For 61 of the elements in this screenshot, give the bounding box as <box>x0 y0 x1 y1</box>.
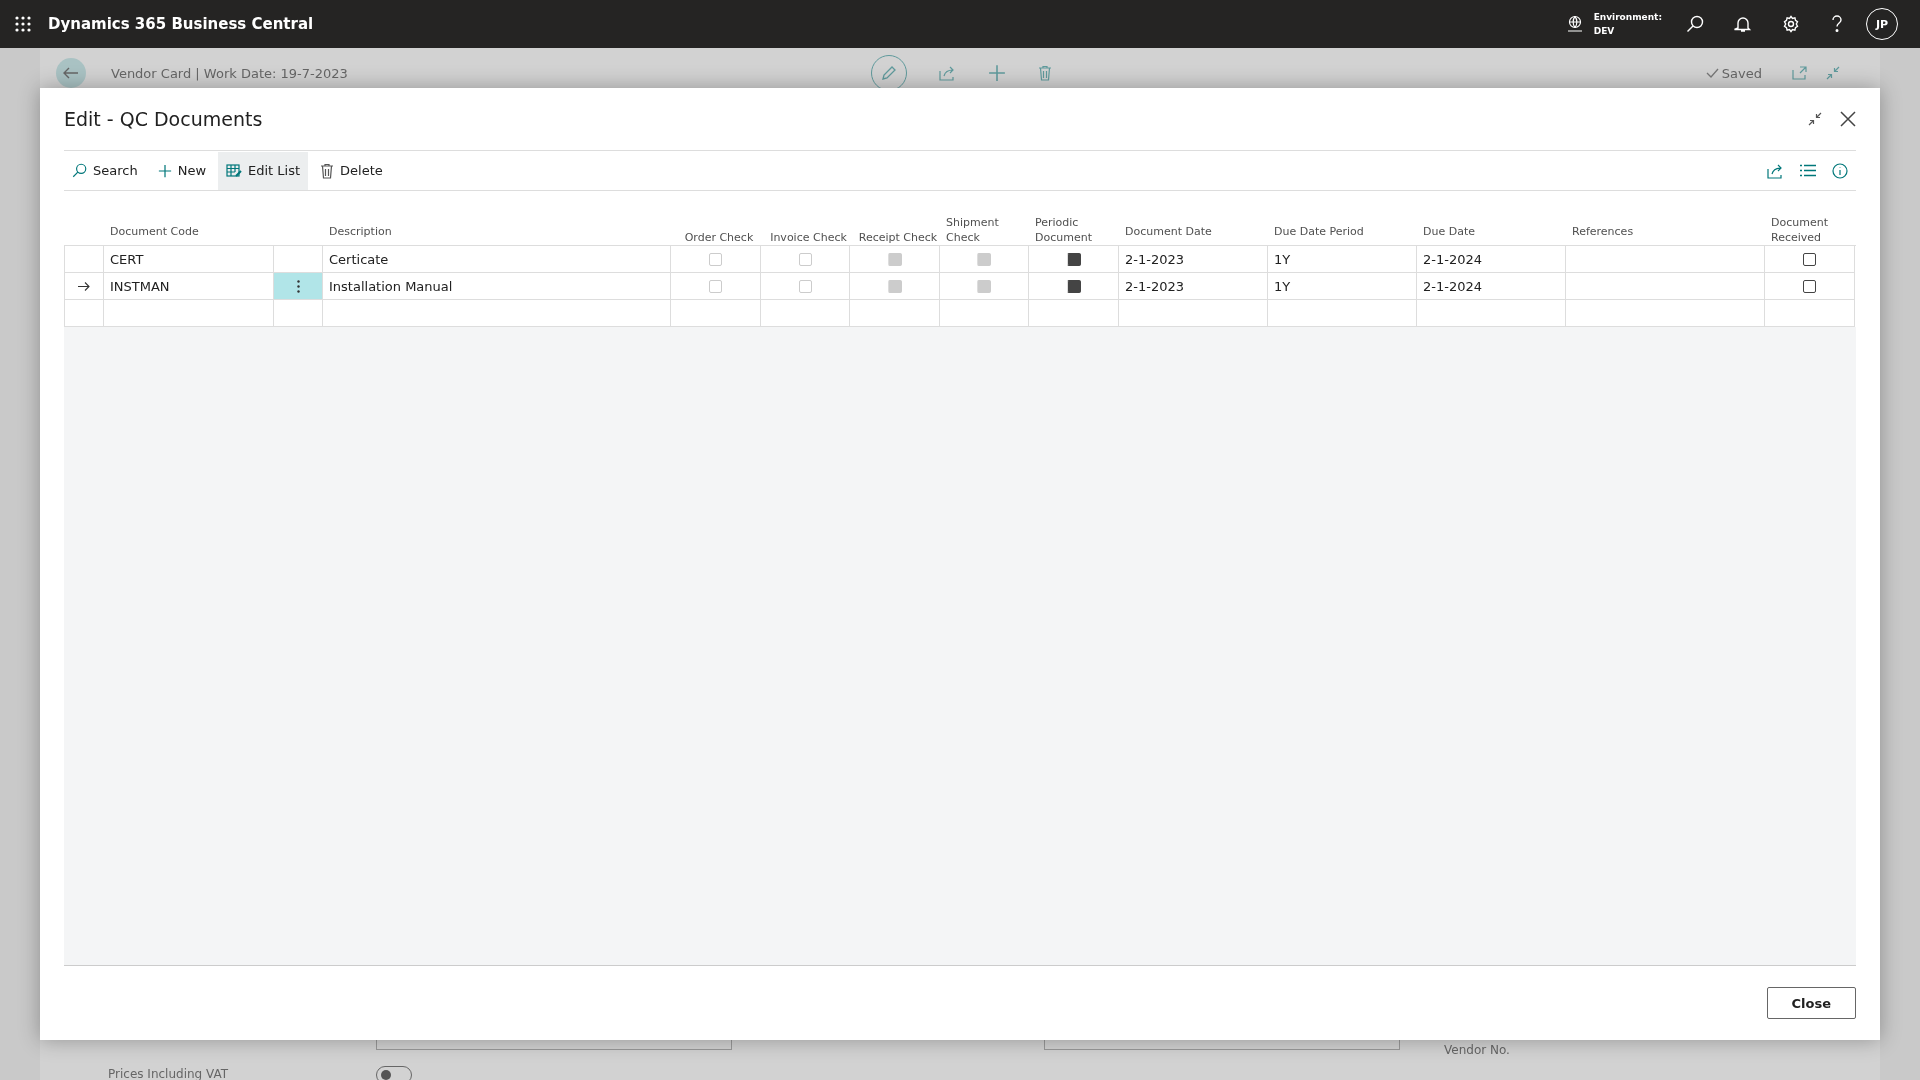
column-header[interactable]: Shipment Check <box>946 215 1029 245</box>
plus-icon <box>157 163 172 178</box>
new-icon <box>988 64 1006 82</box>
column-header[interactable]: Due Date <box>1423 224 1475 239</box>
toolbar-button[interactable]: New <box>149 151 215 190</box>
app-title: Dynamics 365 Business Central <box>48 15 315 33</box>
table-cell: INSTMAN <box>110 278 170 294</box>
settings-icon[interactable] <box>1782 15 1800 33</box>
column-header[interactable]: Due Date Period <box>1274 224 1364 239</box>
list-view-icon[interactable] <box>1800 164 1816 177</box>
column-header[interactable]: Document Received <box>1771 215 1855 245</box>
table-cell: 1Y <box>1274 278 1291 294</box>
table-cell: 2-1-2023 <box>1125 278 1184 294</box>
checkbox[interactable] <box>1803 252 1816 266</box>
column-header[interactable]: Order Check <box>684 230 754 245</box>
toolbar-button[interactable]: Search <box>64 151 146 190</box>
search-button[interactable] <box>1686 15 1704 33</box>
checkbox[interactable] <box>1803 279 1816 293</box>
check-icon <box>1705 68 1719 78</box>
table-cell: 2-1-2023 <box>1125 251 1184 267</box>
table-cell: 1Y <box>1274 251 1291 267</box>
table-cell: Installation Manual <box>329 278 453 294</box>
table-cell: CERT <box>110 251 144 267</box>
help-icon[interactable] <box>1830 15 1844 33</box>
environment-label: Environment: <box>1593 11 1662 24</box>
close-button[interactable]: Close <box>1766 987 1856 1019</box>
column-header[interactable]: Receipt Check <box>858 230 938 245</box>
column-header[interactable]: Description <box>329 224 392 239</box>
edit-list-icon <box>226 163 243 178</box>
back-arrow-icon <box>63 67 79 79</box>
checkbox[interactable] <box>1066 252 1081 266</box>
column-header[interactable]: Periodic Document <box>1035 215 1119 245</box>
search-icon <box>72 163 87 178</box>
field-label: Prices Including VAT <box>108 1066 230 1080</box>
app-launcher-icon[interactable] <box>15 16 31 32</box>
table-cell: 2-1-2024 <box>1423 278 1482 294</box>
share-icon[interactable] <box>1767 162 1784 179</box>
table-cell: 2-1-2024 <box>1423 251 1482 267</box>
column-header[interactable]: Document Code <box>110 224 199 239</box>
column-header[interactable]: Invoice Check <box>770 230 847 245</box>
more-icon <box>296 279 300 293</box>
dialog-title: Edit - QC Documents <box>64 108 264 130</box>
checkbox[interactable] <box>1066 279 1081 293</box>
environment-icon <box>1565 15 1584 33</box>
info-icon[interactable] <box>1832 162 1848 179</box>
close-icon[interactable] <box>1840 111 1856 127</box>
field-label: Vendor No. <box>1444 1042 1511 1058</box>
column-header[interactable]: Document Date <box>1125 224 1212 239</box>
collapse-icon[interactable] <box>1808 112 1822 126</box>
column-header[interactable]: References <box>1572 224 1634 239</box>
environment-name: DEV <box>1593 25 1616 38</box>
notifications-icon[interactable] <box>1734 15 1752 33</box>
table-cell: Certicate <box>329 251 389 267</box>
page-title: Vendor Card | Work Date: 19-7-2023 <box>111 65 349 81</box>
trash-icon <box>320 162 335 179</box>
toolbar-button[interactable]: Edit List <box>218 151 309 190</box>
back-button[interactable] <box>56 58 86 88</box>
pencil-icon <box>881 65 897 81</box>
save-status: Saved <box>1721 65 1762 81</box>
toolbar-button[interactable]: Delete <box>312 151 391 190</box>
delete-icon <box>1038 65 1052 81</box>
